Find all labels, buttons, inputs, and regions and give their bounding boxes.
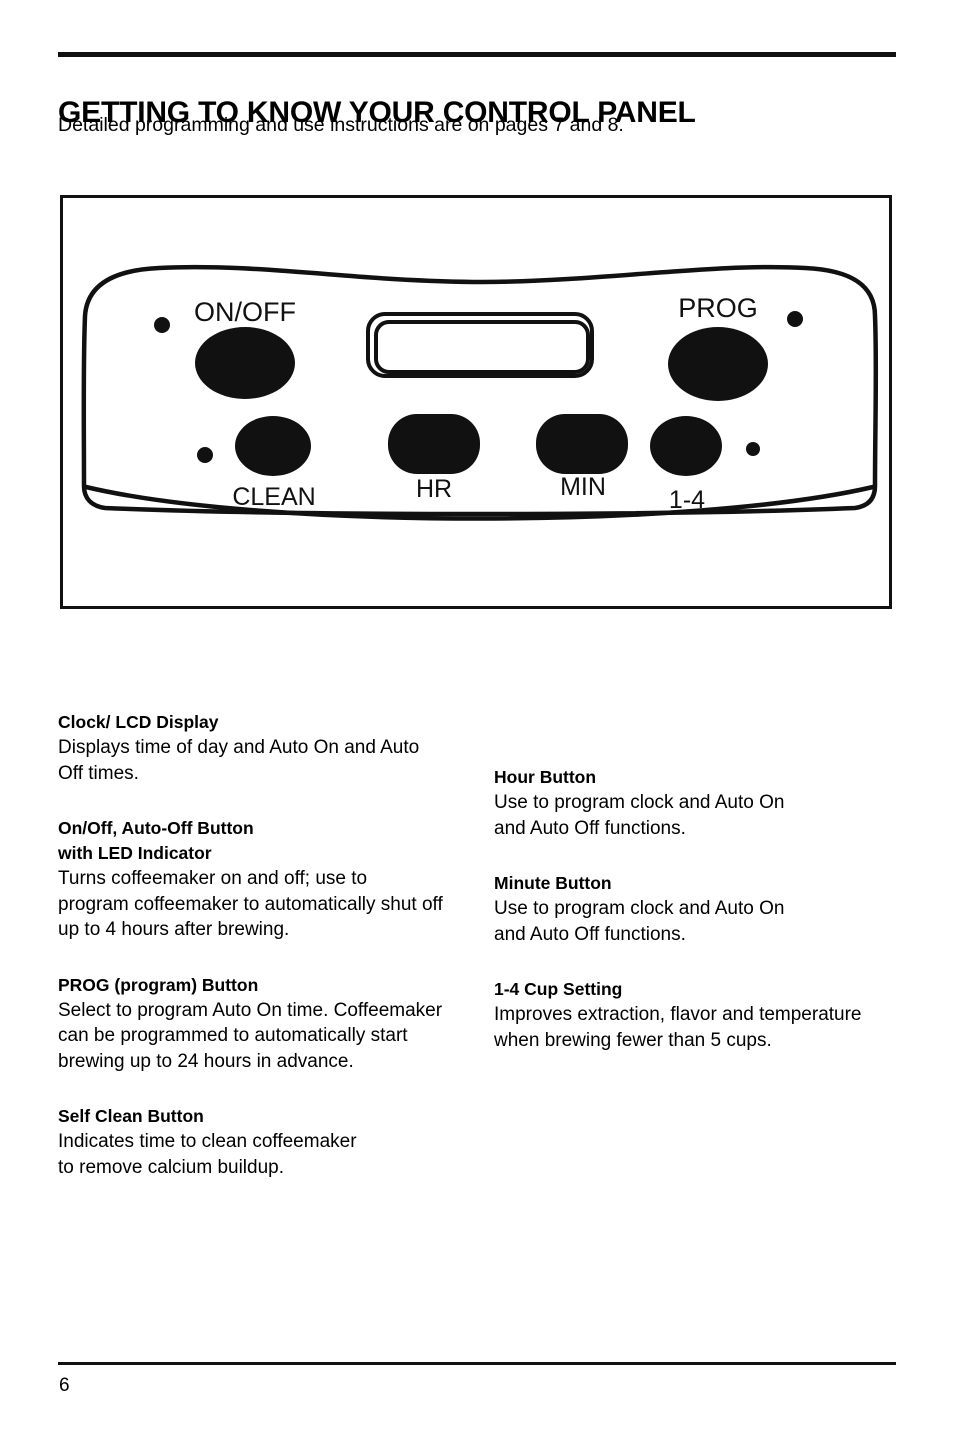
prog-button[interactable]	[668, 327, 768, 401]
description-body: Use to program clock and Auto On and Aut…	[494, 792, 785, 839]
description-minute-button: Minute Button Use to program clock and A…	[494, 871, 894, 947]
description-body: Improves extraction, flavor and temperat…	[494, 1004, 862, 1051]
one-to-four-label: 1-4	[669, 486, 705, 514]
prog-label: PROG	[678, 293, 758, 323]
description-body: Use to program clock and Auto On and Aut…	[494, 898, 785, 945]
description-body: Select to program Auto On time. Coffeema…	[58, 999, 443, 1072]
on-off-label: ON/OFF	[194, 297, 296, 327]
footer-rule	[58, 1362, 896, 1365]
description-column-left: Clock/ LCD Display Displays time of day …	[58, 710, 478, 1180]
control-panel-illustration: ON/OFF PROG CLEAN HR MIN 1-4	[81, 264, 879, 521]
one-to-four-cup-button[interactable]	[650, 416, 722, 476]
description-title: On/Off, Auto-Off Button with LED Indicat…	[58, 818, 254, 863]
one-to-four-led-indicator	[746, 442, 760, 456]
description-on-off-auto-off-button: On/Off, Auto-Off Button with LED Indicat…	[58, 816, 478, 943]
description-body: Indicates time to clean coffeemaker to r…	[58, 1131, 357, 1178]
description-column-right: Hour Button Use to program clock and Aut…	[494, 765, 894, 1053]
description-hour-button: Hour Button Use to program clock and Aut…	[494, 765, 894, 841]
lcd-display-screen	[374, 320, 590, 374]
prog-led-indicator	[787, 311, 803, 327]
on-off-button[interactable]	[195, 327, 295, 399]
manual-page: GETTING TO KNOW YOUR CONTROL PANEL Detai…	[0, 0, 954, 1431]
description-title: PROG (program) Button	[58, 974, 259, 995]
description-self-clean-button: Self Clean Button Indicates time to clea…	[58, 1104, 478, 1180]
hour-label: HR	[416, 475, 452, 503]
page-number: 6	[59, 1375, 70, 1396]
description-title: 1-4 Cup Setting	[494, 979, 623, 999]
control-panel-figure: ON/OFF PROG CLEAN HR MIN 1-4	[60, 195, 892, 609]
description-title: Self Clean Button	[58, 1106, 204, 1126]
description-title: Minute Button	[494, 873, 612, 893]
minute-label: MIN	[560, 473, 606, 501]
description-clock-lcd-display: Clock/ LCD Display Displays time of day …	[58, 710, 478, 786]
clean-led-indicator	[197, 447, 213, 463]
description-title: Clock/ LCD Display	[58, 712, 219, 732]
clean-label: CLEAN	[232, 483, 315, 511]
description-body: Turns coffeemaker on and off; use to pro…	[58, 868, 443, 940]
clean-button[interactable]	[235, 416, 311, 476]
hour-button[interactable]	[388, 414, 480, 474]
description-one-to-four-cup-setting: 1-4 Cup Setting Improves extraction, fla…	[494, 977, 894, 1053]
description-body: Displays time of day and Auto On and Aut…	[58, 737, 420, 784]
header-rule	[58, 52, 896, 57]
minute-button[interactable]	[536, 414, 628, 474]
page-subtitle: Detailed programming and use instruction…	[58, 114, 624, 136]
description-title: Hour Button	[494, 767, 597, 787]
on-off-led-indicator	[154, 317, 170, 333]
description-prog-button: PROG (program) Button Select to program …	[58, 973, 478, 1075]
